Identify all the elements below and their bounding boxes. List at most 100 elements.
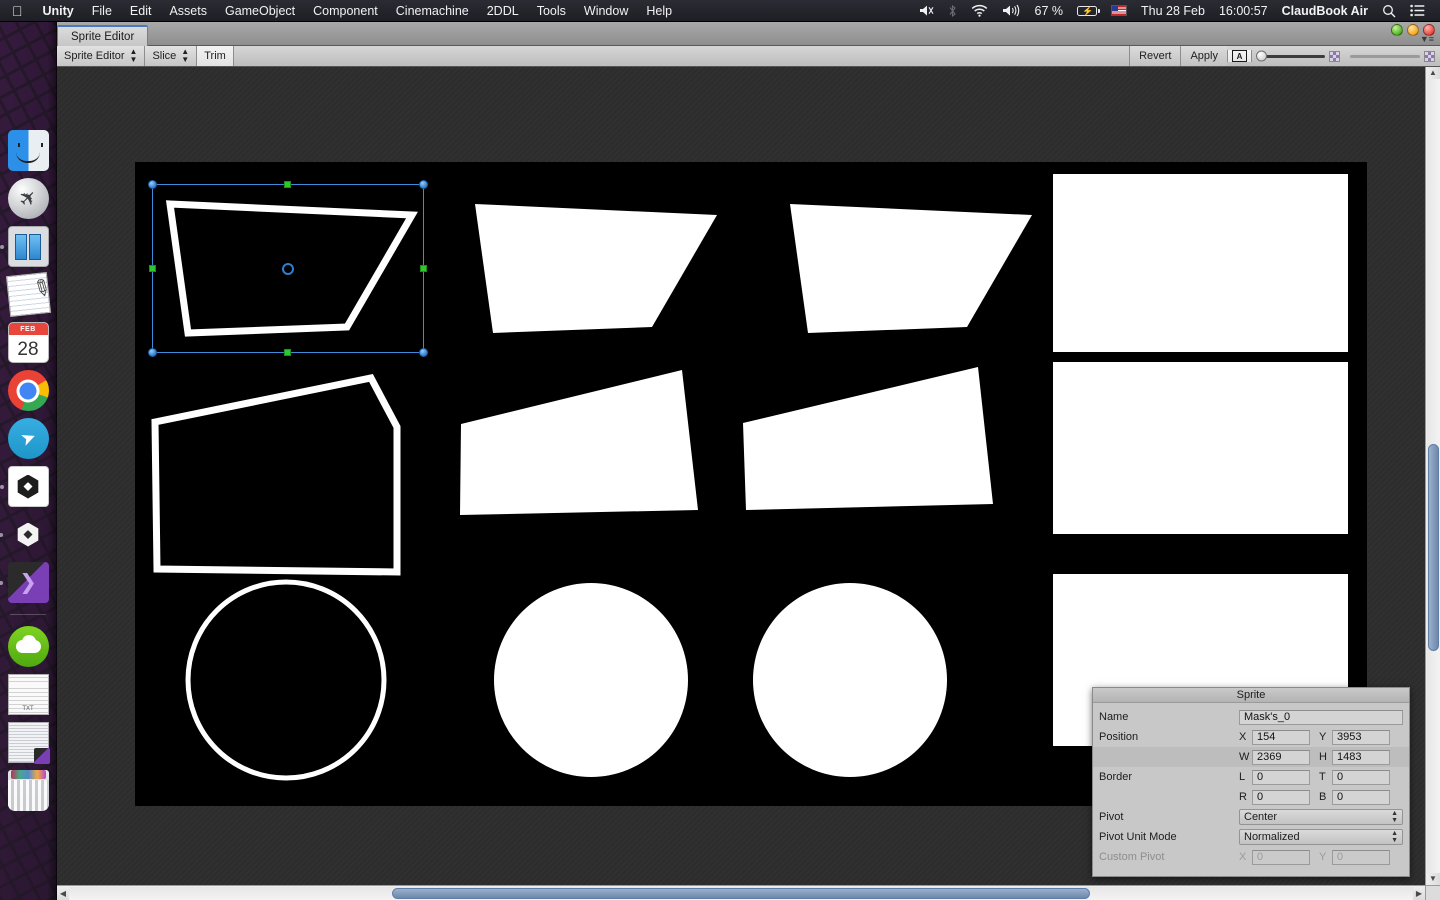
- zoom-slider-knob[interactable]: [1256, 50, 1267, 62]
- sprite-rectangle-filled: [1053, 174, 1348, 352]
- window-menu-icon[interactable]: ▼≡: [1420, 35, 1434, 44]
- macos-menu-bar:  Unity File Edit Assets GameObject Comp…: [0, 0, 1440, 22]
- menu-edit[interactable]: Edit: [121, 0, 161, 22]
- horizontal-scroll-track[interactable]: [69, 886, 1413, 900]
- sprite-inspector-panel[interactable]: Sprite Name Mask's_0 Position X 154 Y 39…: [1092, 687, 1410, 877]
- alpha-slider[interactable]: [1350, 54, 1420, 58]
- search-icon[interactable]: [1375, 4, 1403, 18]
- position-y-input[interactable]: 3953: [1332, 729, 1390, 745]
- height-input[interactable]: 1483: [1332, 749, 1390, 765]
- sprite-editor-mode-dropdown[interactable]: Sprite Editor ▲ ▼: [57, 46, 146, 66]
- dock-item-trash[interactable]: [7, 770, 49, 811]
- apply-button[interactable]: Apply: [1180, 46, 1227, 66]
- dock-item-cloud-storage[interactable]: [7, 626, 49, 667]
- toolbar-right-group: Revert Apply A: [1129, 46, 1440, 66]
- dock-item-calendar[interactable]: FEB 28: [7, 322, 49, 363]
- zoom-slider[interactable]: [1256, 50, 1325, 62]
- menu-component[interactable]: Component: [304, 0, 387, 22]
- bluetooth-icon[interactable]: [941, 4, 964, 18]
- sprite-custom-pivot-row: Custom Pivot X 0 Y 0: [1099, 847, 1403, 867]
- volume-mute-icon[interactable]: [912, 4, 941, 17]
- sprite-panel-title: Sprite: [1093, 688, 1409, 703]
- checker-icon[interactable]: [1329, 50, 1340, 62]
- unity-sprite-editor-window: Sprite Editor ▼≡ Sprite Editor ▲ ▼ Slice …: [57, 22, 1440, 900]
- sprite-editor-canvas[interactable]: Sprite Name Mask's_0 Position X 154 Y 39…: [57, 67, 1440, 900]
- calendar-day-label: 28: [17, 338, 39, 360]
- tab-sprite-editor[interactable]: Sprite Editor: [57, 25, 149, 46]
- menu-assets[interactable]: Assets: [160, 0, 216, 22]
- menu-cinemachine[interactable]: Cinemachine: [387, 0, 478, 22]
- screen:  Unity File Edit Assets GameObject Comp…: [0, 0, 1440, 900]
- sprite-pivot-row: Pivot Center ▲ ▼: [1099, 807, 1403, 827]
- minimize-button[interactable]: [1407, 24, 1419, 36]
- vertical-scroll-thumb[interactable]: [1427, 444, 1439, 651]
- dock-item-visual-studio[interactable]: ❯: [0, 562, 49, 603]
- menu-file[interactable]: File: [83, 0, 121, 22]
- border-top-input[interactable]: 0: [1332, 769, 1390, 785]
- scroll-left-arrow[interactable]: ◀: [57, 889, 69, 898]
- device-name-label: ClaudBook Air: [1281, 3, 1368, 18]
- revert-label: Revert: [1139, 50, 1172, 62]
- apply-label: Apply: [1190, 50, 1218, 62]
- checker-icon[interactable]: [1424, 50, 1435, 62]
- us-flag-icon[interactable]: [1104, 5, 1134, 16]
- scroll-right-arrow[interactable]: ▶: [1413, 889, 1425, 898]
- control-center-icon[interactable]: [1403, 4, 1432, 17]
- menu-window[interactable]: Window: [575, 0, 637, 22]
- macos-dock: FEB 28 ❯: [0, 22, 57, 900]
- revert-button[interactable]: Revert: [1129, 46, 1181, 66]
- border-label: Border: [1099, 771, 1133, 783]
- custom-pivot-x-axis-label: X: [1239, 851, 1247, 863]
- battery-charging-icon[interactable]: ⚡: [1070, 5, 1104, 16]
- width-input[interactable]: 2369: [1252, 749, 1310, 765]
- vertical-scroll-track[interactable]: [1426, 79, 1440, 873]
- scroll-down-arrow[interactable]: ▼: [1429, 873, 1437, 885]
- menu-2ddl[interactable]: 2DDL: [478, 0, 528, 22]
- dock-item-books[interactable]: [0, 226, 49, 267]
- slice-dropdown[interactable]: Slice ▲ ▼: [145, 46, 198, 66]
- border-left-input[interactable]: 0: [1252, 769, 1310, 785]
- sprite-position-row: Position X 154 Y 3953: [1099, 727, 1403, 747]
- pivot-dropdown[interactable]: Center ▲ ▼: [1239, 809, 1403, 825]
- dock-item-launchpad[interactable]: [7, 178, 49, 219]
- menu-tools[interactable]: Tools: [528, 0, 575, 22]
- scroll-up-arrow[interactable]: ▲: [1429, 67, 1437, 79]
- calendar-month-label: FEB: [8, 323, 48, 335]
- custom-pivot-y-axis-label: Y: [1319, 851, 1327, 863]
- slice-label: Slice: [152, 50, 177, 62]
- dock-item-unity[interactable]: [0, 514, 49, 555]
- horizontal-scrollbar[interactable]: ◀ ▶: [57, 885, 1425, 900]
- dock-item-finder[interactable]: [7, 130, 49, 171]
- border-bottom-input[interactable]: 0: [1332, 789, 1390, 805]
- dock-item-telegram[interactable]: [7, 418, 49, 459]
- pivot-unit-value: Normalized: [1244, 831, 1300, 843]
- name-input[interactable]: Mask's_0: [1239, 709, 1403, 725]
- zoom-button[interactable]: [1391, 24, 1403, 36]
- sound-volume-icon[interactable]: [995, 4, 1028, 17]
- pivot-unit-dropdown[interactable]: Normalized ▲ ▼: [1239, 829, 1403, 845]
- chevron-updown-icon: ▲ ▼: [181, 47, 190, 64]
- dock-item-text-document[interactable]: [7, 674, 49, 715]
- scrollbar-corner: [1425, 885, 1440, 900]
- position-x-input[interactable]: 154: [1252, 729, 1310, 745]
- border-left-axis-label: L: [1239, 771, 1246, 783]
- dock-item-code-document[interactable]: [7, 722, 50, 764]
- wifi-icon[interactable]: [964, 4, 995, 17]
- position-x-axis-label: X: [1239, 731, 1247, 743]
- horizontal-scroll-thumb[interactable]: [391, 887, 1091, 899]
- dock-item-chrome[interactable]: [7, 370, 49, 411]
- trim-label: Trim: [204, 50, 226, 62]
- trim-button[interactable]: Trim: [197, 46, 234, 66]
- border-top-axis-label: T: [1319, 771, 1326, 783]
- menu-unity[interactable]: Unity: [34, 0, 83, 22]
- dock-item-unity-hub[interactable]: [0, 466, 49, 507]
- menu-help[interactable]: Help: [637, 0, 681, 22]
- apple-menu-icon[interactable]: : [0, 4, 34, 18]
- chevron-updown-icon: ▲ ▼: [1391, 810, 1398, 824]
- border-right-input[interactable]: 0: [1252, 789, 1310, 805]
- menu-gameobject[interactable]: GameObject: [216, 0, 304, 22]
- alpha-channel-toggle[interactable]: A: [1227, 50, 1252, 62]
- running-indicator-dot: [0, 484, 4, 489]
- dock-item-notes[interactable]: [5, 271, 51, 318]
- vertical-scrollbar[interactable]: ▲ ▼: [1425, 67, 1440, 885]
